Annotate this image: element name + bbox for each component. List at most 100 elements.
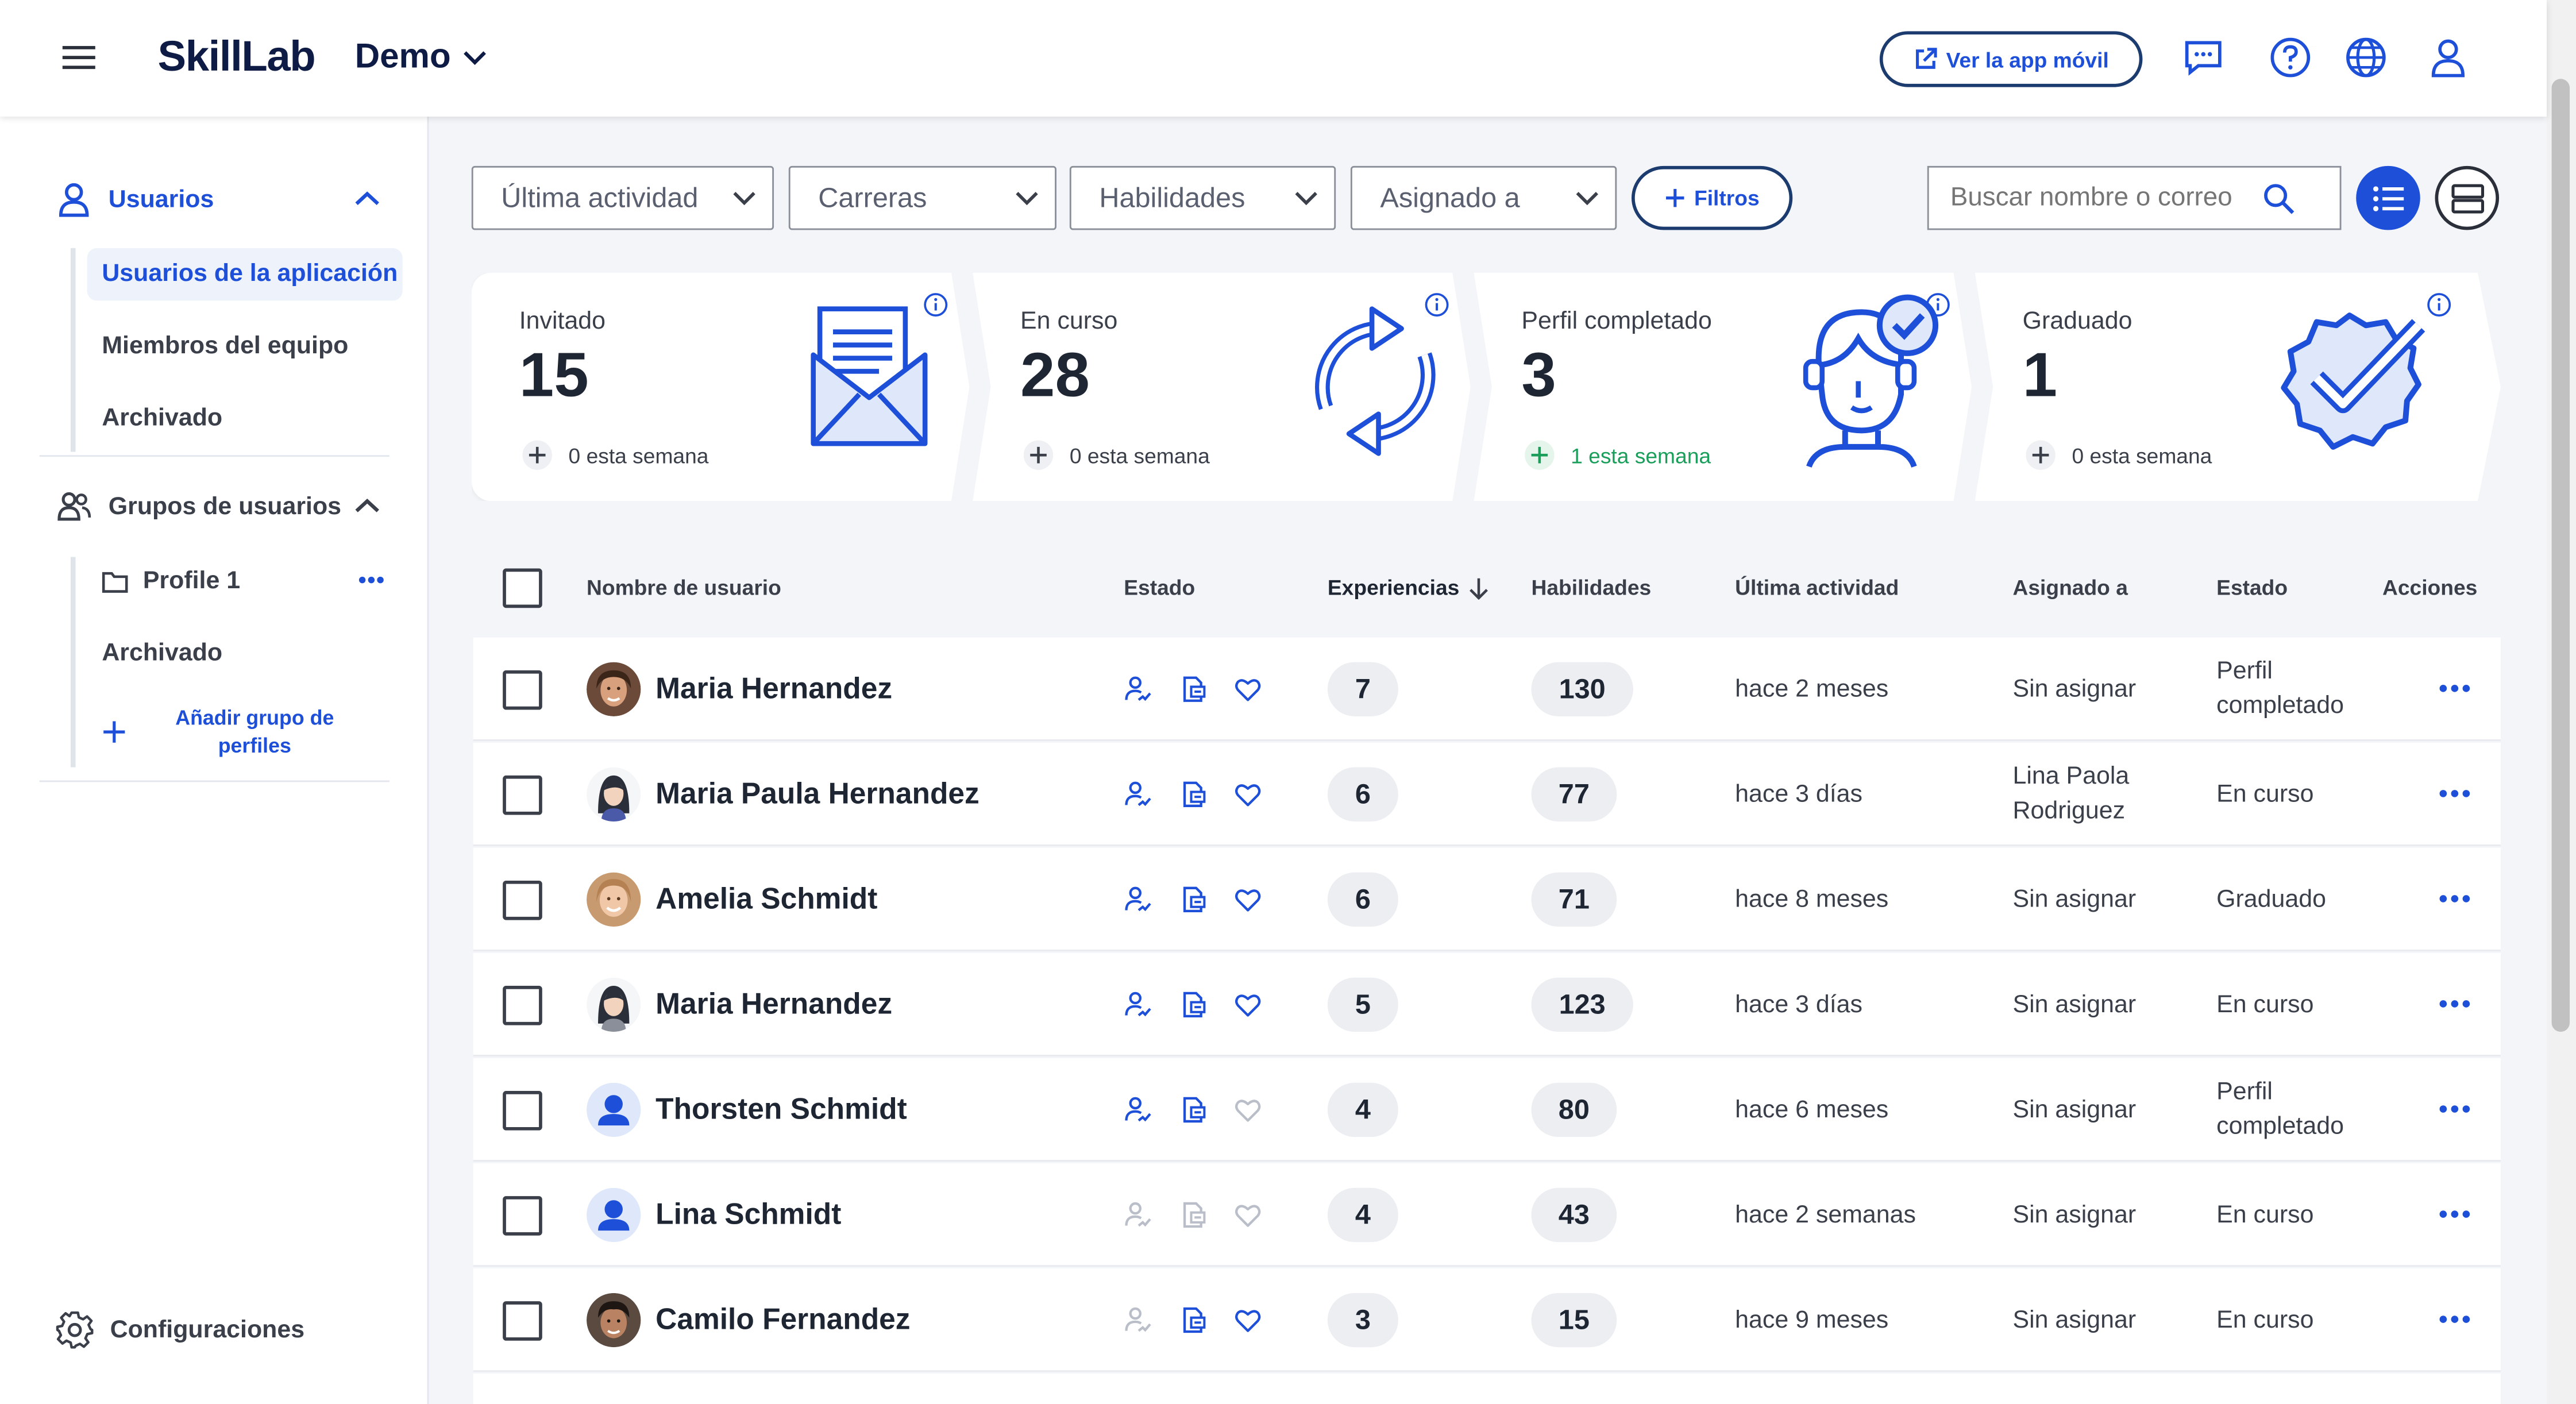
- header-status[interactable]: Estado: [2216, 575, 2288, 600]
- more-options-icon[interactable]: [2438, 1096, 2471, 1123]
- assessment-icon[interactable]: [1124, 1306, 1152, 1334]
- avatar[interactable]: [587, 1187, 641, 1243]
- globe-icon[interactable]: [2344, 36, 2387, 79]
- user-name[interactable]: Thorsten Schmidt: [655, 1093, 907, 1127]
- sidebar-item-groups-archived[interactable]: Archivado: [102, 639, 222, 668]
- assessment-icon[interactable]: [1124, 991, 1152, 1019]
- chevron-up-icon[interactable]: [355, 498, 380, 515]
- mobile-app-button[interactable]: Ver la app móvil: [1879, 31, 2143, 87]
- row-checkbox[interactable]: [503, 1196, 542, 1236]
- assessment-icon[interactable]: [1124, 886, 1152, 914]
- header-experiences[interactable]: Experiencias: [1328, 575, 1489, 600]
- cv-document-icon[interactable]: [1179, 1096, 1208, 1124]
- header-username[interactable]: Nombre de usuario: [587, 575, 781, 600]
- heart-icon[interactable]: [1234, 1306, 1262, 1334]
- user-name[interactable]: Maria Paula Hernandez: [655, 777, 980, 812]
- header-state[interactable]: Estado: [1124, 575, 1195, 600]
- filters-button[interactable]: Filtros: [1631, 165, 1793, 230]
- filter-careers[interactable]: Carreras: [788, 165, 1056, 230]
- filter-skills[interactable]: Habilidades: [1069, 165, 1336, 230]
- assessment-icon[interactable]: [1124, 1096, 1152, 1124]
- avatar[interactable]: [587, 1293, 641, 1348]
- user-name[interactable]: Camilo Fernandez: [655, 1303, 910, 1337]
- plus-icon[interactable]: [102, 720, 126, 745]
- list-view-button[interactable]: [2356, 165, 2420, 230]
- table-row[interactable]: Maria Hernandez 7 130 hace 2 meses Sin a…: [473, 637, 2501, 741]
- heart-icon[interactable]: [1234, 991, 1262, 1019]
- org-selector[interactable]: Demo: [355, 38, 487, 78]
- table-row[interactable]: [473, 1373, 2501, 1404]
- chevron-up-icon[interactable]: [355, 191, 380, 207]
- more-options-icon[interactable]: [2438, 1306, 2471, 1333]
- filter-last-activity[interactable]: Última actividad: [471, 165, 774, 230]
- table-row[interactable]: Lina Schmidt 4 43 hace 2 semanas Sin asi…: [473, 1163, 2501, 1267]
- menu-icon[interactable]: [62, 43, 95, 72]
- logo[interactable]: SkillLab: [158, 31, 316, 82]
- table-row[interactable]: Amelia Schmidt 6 71 hace 8 meses Sin asi…: [473, 847, 2501, 951]
- more-options-icon[interactable]: [2438, 1201, 2471, 1228]
- table-row[interactable]: Camilo Fernandez 3 15 hace 9 meses Sin a…: [473, 1268, 2501, 1372]
- cv-document-icon[interactable]: [1179, 886, 1208, 914]
- row-checkbox[interactable]: [503, 1091, 542, 1131]
- cv-document-icon[interactable]: [1179, 675, 1208, 703]
- cv-document-icon[interactable]: [1179, 1306, 1208, 1334]
- user-name[interactable]: Amelia Schmidt: [655, 882, 877, 917]
- assessment-icon[interactable]: [1124, 1201, 1152, 1229]
- search-box[interactable]: [1927, 165, 2342, 230]
- avatar[interactable]: [587, 872, 641, 927]
- sidebar-item-app-users[interactable]: Usuarios de la aplicación: [102, 260, 398, 288]
- select-all-checkbox[interactable]: [503, 568, 542, 608]
- heart-icon[interactable]: [1234, 1201, 1262, 1229]
- scrollbar-thumb[interactable]: [2551, 79, 2570, 1032]
- stat-card-graduated[interactable]: Graduado 1 0 esta semana: [1975, 272, 2501, 502]
- user-account-icon[interactable]: [2427, 36, 2469, 79]
- assessment-icon[interactable]: [1124, 675, 1152, 703]
- help-icon[interactable]: [2269, 36, 2312, 79]
- stat-card-profile-completed[interactable]: Perfil completado 3 1 esta semana: [1474, 272, 1972, 502]
- search-icon[interactable]: [2262, 182, 2295, 214]
- cv-document-icon[interactable]: [1179, 781, 1208, 809]
- header-skills[interactable]: Habilidades: [1532, 575, 1652, 600]
- user-name[interactable]: Maria Hernandez: [655, 988, 892, 1022]
- stat-card-in-progress[interactable]: En curso 28 0 esta semana: [973, 272, 1471, 502]
- sidebar-item-profile-1[interactable]: Profile 1: [102, 567, 240, 595]
- avatar[interactable]: [587, 662, 641, 716]
- cv-document-icon[interactable]: [1179, 991, 1208, 1019]
- assessment-icon[interactable]: [1124, 781, 1152, 809]
- filter-assigned-to[interactable]: Asignado a: [1350, 165, 1617, 230]
- more-options-icon[interactable]: [358, 575, 384, 585]
- search-input[interactable]: [1950, 183, 2263, 213]
- header-last-activity[interactable]: Última actividad: [1735, 575, 1899, 600]
- avatar[interactable]: [587, 1082, 641, 1137]
- more-options-icon[interactable]: [2438, 991, 2471, 1017]
- more-options-icon[interactable]: [2438, 886, 2471, 912]
- more-options-icon[interactable]: [2438, 781, 2471, 807]
- heart-icon[interactable]: [1234, 1096, 1262, 1124]
- sidebar-item-team-members[interactable]: Miembros del equipo: [102, 332, 348, 360]
- cv-document-icon[interactable]: [1179, 1201, 1208, 1229]
- avatar[interactable]: [587, 977, 641, 1032]
- row-checkbox[interactable]: [503, 880, 542, 920]
- chat-icon[interactable]: [2182, 36, 2224, 79]
- sidebar-settings[interactable]: Configuraciones: [56, 1311, 304, 1349]
- row-checkbox[interactable]: [503, 1301, 542, 1341]
- header-assigned-to[interactable]: Asignado a: [2012, 575, 2127, 600]
- more-options-icon[interactable]: [2438, 675, 2471, 701]
- sidebar-item-archived[interactable]: Archivado: [102, 404, 222, 433]
- row-checkbox[interactable]: [503, 670, 542, 710]
- table-row[interactable]: Maria Paula Hernandez 6 77 hace 3 días L…: [473, 742, 2501, 846]
- user-name[interactable]: Lina Schmidt: [655, 1198, 841, 1232]
- heart-icon[interactable]: [1234, 675, 1262, 703]
- sidebar-section-groups[interactable]: Grupos de usuarios: [56, 489, 341, 522]
- user-name[interactable]: Maria Hernandez: [655, 672, 892, 707]
- table-row[interactable]: Thorsten Schmidt 4 80 hace 6 meses Sin a…: [473, 1058, 2501, 1162]
- heart-icon[interactable]: [1234, 886, 1262, 914]
- heart-icon[interactable]: [1234, 781, 1262, 809]
- sidebar-section-users[interactable]: Usuarios: [56, 181, 214, 217]
- avatar[interactable]: [587, 767, 641, 821]
- card-view-button[interactable]: [2435, 165, 2500, 230]
- row-checkbox[interactable]: [503, 985, 542, 1025]
- add-group-button[interactable]: Añadir grupo de perfiles: [151, 705, 358, 761]
- row-checkbox[interactable]: [503, 775, 542, 815]
- table-row[interactable]: Maria Hernandez 5 123 hace 3 días Sin as…: [473, 952, 2501, 1056]
